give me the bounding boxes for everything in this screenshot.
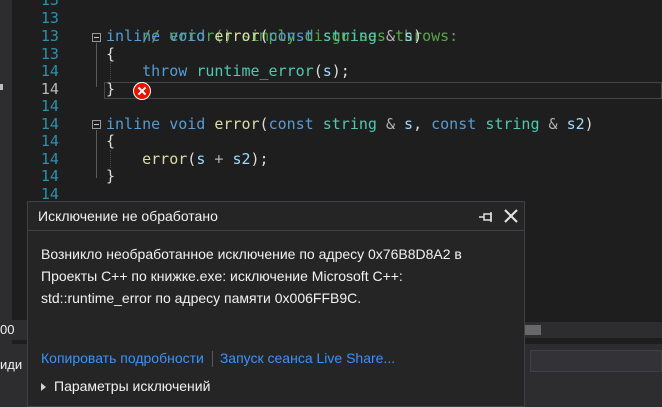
expand-triangle-icon <box>41 383 46 391</box>
keyword: const <box>268 115 314 133</box>
panel-dropdown[interactable] <box>530 350 662 372</box>
parameter: s2 <box>232 150 251 168</box>
code-line: throw runtime_error(s); <box>106 62 350 81</box>
operator: + <box>205 150 233 168</box>
parameter: s2 <box>566 115 585 133</box>
punctuation: ( <box>259 27 269 45</box>
keyword: inline <box>106 115 161 133</box>
brace: { <box>106 45 116 63</box>
message-line: std::runtime_error по адресу памяти 0x00… <box>41 290 362 306</box>
code-line: } <box>106 167 116 186</box>
code-line: } <box>106 80 116 99</box>
popup-divider <box>28 230 524 231</box>
message-line: Возникло необработанное исключение по ад… <box>41 246 462 262</box>
keyword: const <box>431 115 477 133</box>
punctuation: ( <box>259 115 269 133</box>
brace: } <box>106 167 116 185</box>
code-line: inline void error(const string & s) <box>106 27 423 46</box>
code-line: { <box>106 45 116 64</box>
parameter: s <box>404 27 414 45</box>
code-line: { <box>106 132 116 151</box>
exception-settings-toggle[interactable]: Параметры исключений <box>41 378 210 394</box>
operator: & <box>376 115 405 133</box>
punctuation: ) <box>413 27 423 45</box>
operator: & <box>539 115 567 133</box>
keyword: throw <box>142 62 188 80</box>
panel-tab-label[interactable]: иди <box>0 356 22 374</box>
outline-guide <box>96 130 97 178</box>
punctuation: ) <box>584 115 594 133</box>
function-name: runtime_error <box>196 62 314 80</box>
keyword: const <box>268 27 314 45</box>
live-share-link[interactable]: Запуск сеанса Live Share... <box>220 350 395 366</box>
error-circle-icon[interactable] <box>133 82 151 100</box>
message-line: Проекты С++ по книжке.exe: исключение Mi… <box>41 268 403 284</box>
keyword: void <box>169 115 206 133</box>
punctuation: ( <box>187 150 197 168</box>
parameter: s <box>404 115 414 133</box>
punctuation: ); <box>331 62 350 80</box>
exception-message: Возникло необработанное исключение по ад… <box>41 243 511 309</box>
pin-icon[interactable] <box>478 210 494 224</box>
link-separator <box>211 351 213 368</box>
brace: { <box>106 132 116 150</box>
punctuation: ); <box>250 150 269 168</box>
parameter: s <box>322 62 332 80</box>
collapse-toggle-icon[interactable] <box>92 33 101 42</box>
punctuation: , <box>413 115 432 133</box>
copy-details-link[interactable]: Копировать подробности <box>41 350 204 366</box>
code-line: // error() simply disguises throws: <box>106 10 458 45</box>
popup-links: Копировать подробности Запуск сеанса Live… <box>41 350 395 368</box>
function-name: error <box>214 115 260 133</box>
type-name: string <box>322 27 377 45</box>
outline-guide <box>96 43 97 87</box>
function-name: error <box>214 27 260 45</box>
code-line: inline void error(const string & s, cons… <box>106 115 594 134</box>
keyword: inline <box>106 27 161 45</box>
exception-settings-label: Параметры исключений <box>54 378 211 394</box>
keyword: void <box>169 27 206 45</box>
function-name: error <box>142 150 188 168</box>
scrollbar-thumb[interactable] <box>525 325 541 335</box>
zoom-level[interactable]: 00 % <box>0 320 28 357</box>
collapse-toggle-icon[interactable] <box>92 120 101 129</box>
exception-popup: Исключение не обработано Возникло необра… <box>27 201 525 407</box>
left-strip-marker <box>0 84 3 90</box>
parameter: s <box>196 150 206 168</box>
code-line: error(s + s2); <box>106 150 269 169</box>
close-icon[interactable] <box>502 207 520 225</box>
punctuation: ( <box>313 62 323 80</box>
type-name: string <box>485 115 540 133</box>
brace: } <box>106 80 116 98</box>
operator: & <box>376 27 405 45</box>
type-name: string <box>322 115 377 133</box>
popup-title: Исключение не обработано <box>38 208 218 224</box>
